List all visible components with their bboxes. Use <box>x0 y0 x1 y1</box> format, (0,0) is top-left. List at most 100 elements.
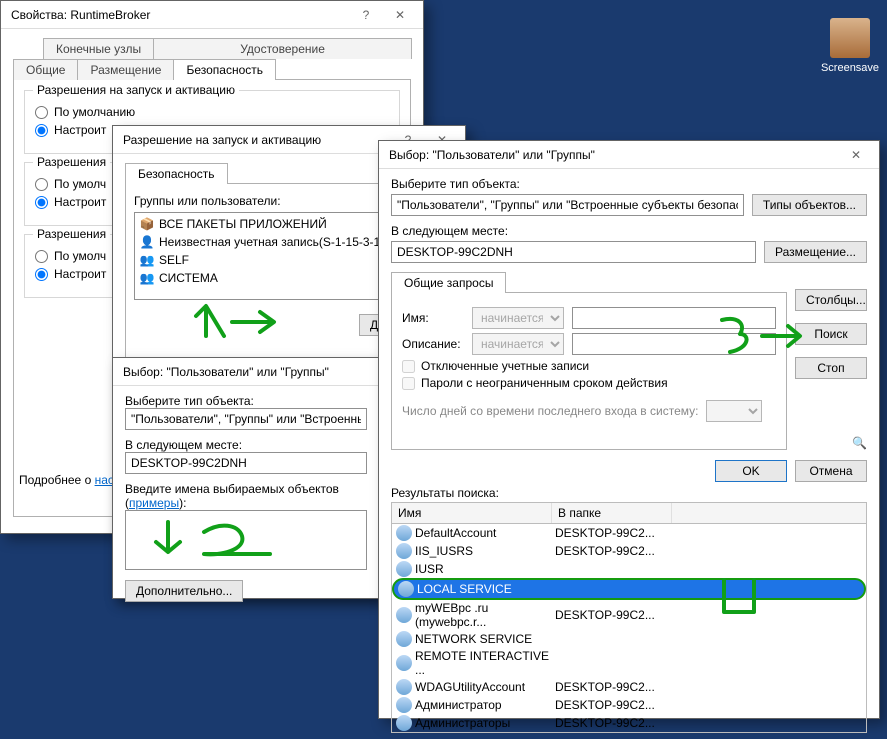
titlebar: Выбор: "Пользователи" или "Группы" <box>113 358 379 386</box>
tab-security[interactable]: Безопасность <box>125 163 228 184</box>
titlebar: Свойства: RuntimeBroker ? ✕ <box>1 1 423 29</box>
principal-icon <box>396 679 412 695</box>
close-icon[interactable]: ✕ <box>839 144 873 166</box>
results-header: Имя В папке <box>391 502 867 524</box>
names-label: Введите имена выбираемых объектов <box>125 482 339 496</box>
results-row[interactable]: WDAGUtilityAccountDESKTOP-99C2... <box>392 678 866 696</box>
select-type-label: Выберите тип объекта: <box>125 394 367 408</box>
results-row[interactable]: АдминистраторDESKTOP-99C2... <box>392 696 866 714</box>
find-now-button[interactable]: Поиск <box>795 323 867 345</box>
desc-mode-select[interactable]: начинается с <box>472 333 564 355</box>
desc-input[interactable] <box>572 333 776 355</box>
row-name: REMOTE INTERACTIVE ... <box>415 649 555 677</box>
search-icon: 🔍 <box>795 436 867 450</box>
dialog-select-users-small: Выбор: "Пользователи" или "Группы" Выбер… <box>112 357 380 599</box>
locations-button[interactable]: Размещение... <box>764 241 867 263</box>
dialog-select-users-advanced: Выбор: "Пользователи" или "Группы" ✕ Выб… <box>378 140 880 719</box>
package-icon: 📦 <box>139 216 155 232</box>
name-mode-select[interactable]: начинается с <box>472 307 564 329</box>
desc-label: Описание: <box>402 337 464 351</box>
principal-icon <box>396 715 412 731</box>
titlebar: Выбор: "Пользователи" или "Группы" ✕ <box>379 141 879 169</box>
tab-general[interactable]: Общие <box>13 59 78 80</box>
help-icon[interactable]: ? <box>349 4 383 26</box>
results-label: Результаты поиска: <box>391 486 867 500</box>
winrar-icon <box>830 18 870 58</box>
group-perm3-title: Разрешения <box>33 227 110 241</box>
select-type-input[interactable] <box>125 408 367 430</box>
row-folder: DESKTOP-99C2... <box>555 716 675 730</box>
close-icon[interactable]: ✕ <box>383 4 417 26</box>
row-folder: DESKTOP-99C2... <box>555 544 675 558</box>
window-title: Выбор: "Пользователи" или "Группы" <box>389 148 839 162</box>
principal-icon <box>396 631 412 647</box>
window-title: Свойства: RuntimeBroker <box>11 8 349 22</box>
tab-endpoints[interactable]: Конечные узлы <box>43 38 154 59</box>
days-label: Число дней со времени последнего входа в… <box>402 404 698 418</box>
location-input[interactable] <box>125 452 367 474</box>
principal-icon <box>398 581 414 597</box>
radio-default-1[interactable]: По умолчанию <box>35 105 389 119</box>
desktop-shortcut-label: Screensave <box>815 62 885 74</box>
results-row[interactable]: myWEBpc .ru (mywebpc.r...DESKTOP-99C2... <box>392 600 866 630</box>
tab-identity[interactable]: Удостоверение <box>153 38 412 59</box>
stop-button[interactable]: Стоп <box>795 357 867 379</box>
cb-nonexp-passwords[interactable]: Пароли с неограниченным сроком действия <box>402 376 776 390</box>
row-name: myWEBpc .ru (mywebpc.r... <box>415 601 555 629</box>
principal-icon <box>396 697 412 713</box>
results-row[interactable]: IUSR <box>392 560 866 578</box>
row-name: IUSR <box>415 562 555 576</box>
results-row[interactable]: LOCAL SERVICE <box>392 578 866 600</box>
cb-disabled-accounts[interactable]: Отключенные учетные записи <box>402 359 776 373</box>
window-title: Выбор: "Пользователи" или "Группы" <box>123 365 373 379</box>
results-grid[interactable]: DefaultAccountDESKTOP-99C2...IIS_IUSRSDE… <box>391 524 867 733</box>
row-name: WDAGUtilityAccount <box>415 680 555 694</box>
group-perm2-title: Разрешения <box>33 155 110 169</box>
principal-icon <box>396 525 412 541</box>
users-icon: 👥 <box>139 252 155 268</box>
users-icon: 👥 <box>139 270 155 286</box>
principal-icon <box>396 543 412 559</box>
cancel-button[interactable]: Отмена <box>795 460 867 482</box>
examples-link[interactable]: примеры <box>129 496 179 510</box>
results-row[interactable]: NETWORK SERVICE <box>392 630 866 648</box>
row-name: IIS_IUSRS <box>415 544 555 558</box>
ok-button[interactable]: OK <box>715 460 787 482</box>
tab-location[interactable]: Размещение <box>77 59 174 80</box>
name-input[interactable] <box>572 307 776 329</box>
principal-icon <box>396 561 412 577</box>
col-name[interactable]: Имя <box>392 503 552 523</box>
row-folder: DESKTOP-99C2... <box>555 680 675 694</box>
results-row[interactable]: REMOTE INTERACTIVE ... <box>392 648 866 678</box>
location-label: В следующем месте: <box>391 224 867 238</box>
row-folder: DESKTOP-99C2... <box>555 526 675 540</box>
select-type-label: Выберите тип объекта: <box>391 177 867 191</box>
location-label: В следующем месте: <box>125 438 367 452</box>
tab-security[interactable]: Безопасность <box>173 59 276 80</box>
row-folder: DESKTOP-99C2... <box>555 608 675 622</box>
principal-icon <box>396 607 412 623</box>
results-row[interactable]: IIS_IUSRSDESKTOP-99C2... <box>392 542 866 560</box>
row-name: Администратор <box>415 698 555 712</box>
window-title: Разрешение на запуск и активацию <box>123 133 391 147</box>
tab-common-queries[interactable]: Общие запросы <box>391 272 506 293</box>
more-info-link[interactable]: нас <box>95 473 114 487</box>
results-row[interactable]: АдминистраторыDESKTOP-99C2... <box>392 714 866 732</box>
row-name: Администраторы <box>415 716 555 730</box>
results-row[interactable]: DefaultAccountDESKTOP-99C2... <box>392 524 866 542</box>
columns-button[interactable]: Столбцы... <box>795 289 867 311</box>
row-name: DefaultAccount <box>415 526 555 540</box>
names-textarea[interactable] <box>125 510 367 570</box>
group-launch-title: Разрешения на запуск и активацию <box>33 83 239 97</box>
select-type-input[interactable] <box>391 194 744 216</box>
row-name: LOCAL SERVICE <box>417 582 557 596</box>
location-input[interactable] <box>391 241 756 263</box>
col-folder[interactable]: В папке <box>552 503 672 523</box>
name-label: Имя: <box>402 311 464 325</box>
advanced-button[interactable]: Дополнительно... <box>125 580 243 602</box>
principal-icon <box>396 655 412 671</box>
days-select[interactable] <box>706 400 762 422</box>
row-folder: DESKTOP-99C2... <box>555 698 675 712</box>
object-types-button[interactable]: Типы объектов... <box>752 194 867 216</box>
desktop-shortcut[interactable]: Screensave <box>815 18 885 74</box>
